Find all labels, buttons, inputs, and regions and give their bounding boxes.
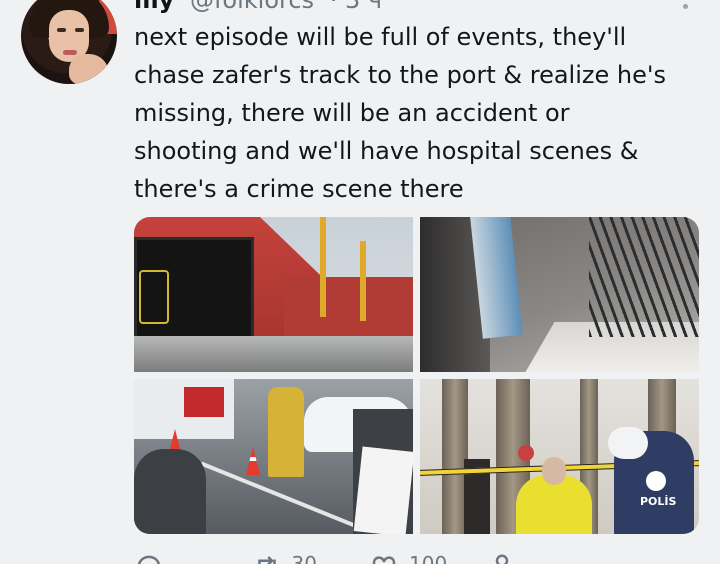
heart-icon	[372, 556, 396, 564]
tweet-time[interactable]: · 3 ч	[330, 0, 382, 14]
avatar-hand	[69, 54, 109, 84]
more-dots-icon[interactable]	[683, 4, 688, 9]
share-button[interactable]	[487, 552, 605, 564]
hood	[608, 427, 648, 459]
avatar-eye	[75, 28, 84, 32]
photo-port[interactable]	[134, 217, 413, 372]
ship-hull	[284, 277, 413, 337]
photo-sidewalk[interactable]	[420, 217, 699, 372]
tweet[interactable]: lily @folklorcs · 3 ч next episode will …	[0, 0, 720, 564]
retweet-button[interactable]: 30	[252, 552, 370, 564]
crane	[360, 241, 366, 321]
media-grid: POLİS	[134, 217, 699, 534]
avatar[interactable]	[21, 0, 117, 84]
police-officer: POLİS	[608, 427, 694, 534]
tweet-text-line: missing, there will be an accident or	[134, 99, 570, 127]
officer-head	[518, 445, 534, 461]
tweet-text-line: next episode will be full of events, the…	[134, 23, 627, 51]
ambulance-stripe	[184, 387, 224, 417]
retweet-icon	[257, 556, 276, 564]
bystander	[134, 449, 206, 534]
like-button[interactable]: 100	[369, 552, 487, 564]
tweet-text-line: shooting and we'll have hospital scenes …	[134, 137, 639, 165]
reply-icon	[137, 555, 161, 564]
tweet-text-line: chase zafer's track to the port & realiz…	[134, 61, 666, 89]
polis-label: POLİS	[640, 495, 677, 508]
tweet-text-line: there's a crime scene there	[134, 175, 464, 203]
like-count: 100	[409, 552, 448, 564]
tweet-text: next episode will be full of events, the…	[134, 18, 704, 208]
truck-window	[139, 270, 169, 324]
tweet-actions: 30 100	[134, 552, 604, 564]
photo-crime-scene[interactable]: POLİS	[420, 379, 699, 534]
stacked-chairs	[589, 217, 699, 337]
photo-accident[interactable]	[134, 379, 413, 534]
ambulance	[134, 379, 234, 439]
traffic-cone	[246, 447, 260, 475]
crane	[320, 217, 326, 317]
dock	[134, 336, 413, 372]
avatar-lips	[63, 50, 77, 55]
author-handle[interactable]: @folklorcs	[190, 0, 314, 14]
avatar-eye	[57, 28, 66, 32]
paper-sheet	[353, 446, 413, 534]
tweet-header: lily @folklorcs · 3 ч	[134, 0, 382, 12]
author-name[interactable]: lily	[134, 0, 174, 14]
woman-head	[542, 457, 566, 485]
retweet-count: 30	[291, 552, 317, 564]
paramedic	[268, 387, 304, 477]
reply-button[interactable]	[134, 552, 252, 564]
share-icon	[495, 554, 508, 564]
police-badge-icon	[646, 471, 666, 491]
